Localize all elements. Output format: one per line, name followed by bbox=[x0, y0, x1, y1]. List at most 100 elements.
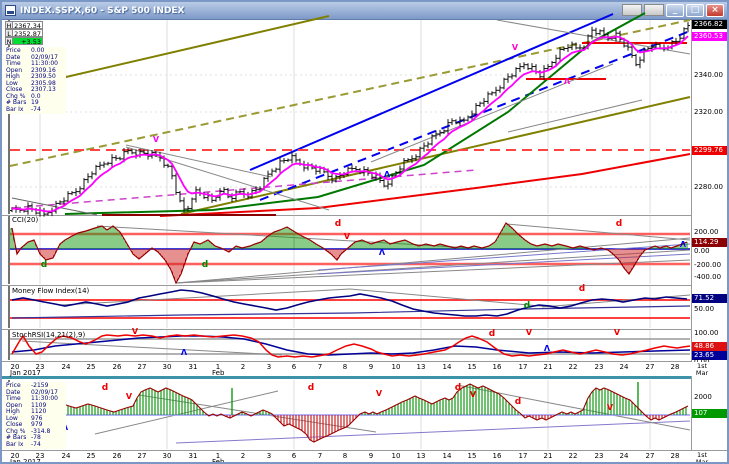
quote-row: N+3.53 bbox=[5, 37, 43, 45]
data-window-row: Bar Ix-74 bbox=[6, 107, 64, 114]
time-axis[interactable]: 2023242526273031123678910131415161721222… bbox=[2, 362, 729, 376]
signal-marker: V bbox=[607, 403, 614, 412]
signal-marker: V bbox=[470, 390, 477, 399]
signal-marker: Λ bbox=[680, 240, 687, 249]
time-tick: 7 bbox=[309, 452, 331, 460]
axis-label: -400.00 bbox=[692, 273, 729, 282]
time-sublabel: Feb bbox=[212, 369, 224, 377]
time-tick: 3 bbox=[258, 452, 280, 460]
time-tick: 16 bbox=[486, 452, 508, 460]
axis-label: 2280.00 bbox=[692, 183, 729, 192]
chart-window: VΛVΛdddVΛdΛddVdVVΛΛdΛdVdVdVdV INDEX.$SPX… bbox=[0, 0, 729, 464]
data-window-row: Bar Ix-74 bbox=[6, 442, 64, 449]
chart-canvas[interactable]: VΛVΛdddVΛdΛddVdVVΛΛdΛdVdVdVdV bbox=[2, 2, 729, 464]
time-tick: 10 bbox=[385, 452, 407, 460]
time-tick: 24 bbox=[55, 452, 77, 460]
time-tick: 30 bbox=[156, 363, 178, 371]
time-tick: 8 bbox=[334, 363, 356, 371]
signal-marker: d bbox=[41, 260, 47, 270]
time-tick: 26 bbox=[106, 452, 128, 460]
signal-marker: d bbox=[308, 383, 314, 393]
price-badge: 48.86 bbox=[692, 342, 729, 351]
price-badge: 71.52 bbox=[692, 294, 729, 303]
time-tick: 3 bbox=[258, 363, 280, 371]
time-tick: 27 bbox=[131, 363, 153, 371]
time-tick: 17 bbox=[512, 452, 534, 460]
price-badge: 2366.82 bbox=[692, 20, 729, 29]
time-tick: 23 bbox=[588, 452, 610, 460]
axis-label: 200.00 bbox=[692, 228, 729, 237]
signal-marker: d bbox=[202, 260, 208, 270]
axis-label: 100.00 bbox=[692, 329, 729, 338]
time-tick: 21 bbox=[537, 452, 559, 460]
time-tick: 28 bbox=[664, 363, 686, 371]
signal-marker: V bbox=[376, 389, 383, 398]
time-tick: 30 bbox=[156, 452, 178, 460]
data-window-bottom: Price-2159Date02/09/17Time11:30:00Open11… bbox=[4, 382, 66, 449]
time-sublabel: Jan 2017 bbox=[10, 458, 41, 464]
signal-marker: d bbox=[524, 301, 530, 311]
time-sublabel: Feb bbox=[212, 458, 224, 464]
time-tick: 25 bbox=[80, 363, 102, 371]
time-end-label: 1stMar bbox=[692, 452, 712, 464]
time-end-label: 1stMar bbox=[692, 363, 712, 376]
time-tick: 26 bbox=[106, 363, 128, 371]
signal-marker: d bbox=[489, 329, 495, 339]
time-tick: 27 bbox=[639, 452, 661, 460]
time-tick: 16 bbox=[486, 363, 508, 371]
signal-marker: V bbox=[132, 327, 139, 336]
signal-marker: Λ bbox=[379, 248, 386, 257]
time-tick: 21 bbox=[537, 363, 559, 371]
signal-marker: d bbox=[102, 383, 108, 393]
price-badge: 107 bbox=[692, 409, 729, 418]
time-tick: 9 bbox=[360, 452, 382, 460]
time-tick: 15 bbox=[461, 452, 483, 460]
quote-row: L2352.87 bbox=[5, 29, 43, 37]
axis-label: -200.00 bbox=[692, 261, 729, 270]
mfi-panel-label: Money Flow Index(14) bbox=[12, 287, 89, 295]
time-tick: 13 bbox=[410, 452, 432, 460]
signal-marker: Λ bbox=[384, 170, 391, 179]
time-tick: 25 bbox=[80, 452, 102, 460]
signal-marker: V bbox=[512, 43, 519, 52]
time-tick: 27 bbox=[131, 452, 153, 460]
axis-label: 0.00 bbox=[692, 247, 729, 256]
signal-marker: V bbox=[344, 232, 351, 241]
time-tick: 24 bbox=[613, 363, 635, 371]
signal-marker: Λ bbox=[544, 344, 551, 353]
time-tick: 22 bbox=[562, 363, 584, 371]
signal-marker: Λ bbox=[181, 348, 188, 357]
signal-marker: Λ bbox=[564, 77, 571, 86]
time-tick: 2 bbox=[232, 452, 254, 460]
time-tick: 2 bbox=[232, 363, 254, 371]
time-tick: 17 bbox=[512, 363, 534, 371]
axis-label: 2320.00 bbox=[692, 108, 729, 117]
time-tick: 31 bbox=[182, 452, 204, 460]
time-tick: 24 bbox=[613, 452, 635, 460]
price-badge: 2360.53 bbox=[692, 32, 729, 41]
quote-row: H2367.34 bbox=[5, 21, 43, 29]
cci-panel-label: CCI(20) bbox=[12, 216, 38, 224]
time-tick: 14 bbox=[436, 452, 458, 460]
time-tick: 31 bbox=[182, 363, 204, 371]
time-tick: 22 bbox=[562, 452, 584, 460]
time-tick: 14 bbox=[436, 363, 458, 371]
time-tick: 10 bbox=[385, 363, 407, 371]
time-tick: 8 bbox=[334, 452, 356, 460]
axis-label: 2000 bbox=[692, 393, 729, 402]
time-axis-bottom[interactable]: 2023242526273031123678910131415161721222… bbox=[2, 451, 729, 464]
time-tick: 6 bbox=[283, 452, 305, 460]
time-tick: 23 bbox=[588, 363, 610, 371]
time-tick: 27 bbox=[639, 363, 661, 371]
time-sublabel: Jan 2017 bbox=[10, 369, 41, 377]
signal-marker: d bbox=[579, 284, 585, 294]
data-window-main: Price0.00Date02/09/17Time11:30:00Open230… bbox=[4, 47, 66, 114]
axis-label: 2340.00 bbox=[692, 71, 729, 80]
stoch-panel-label: StochRSI(14,21(2),9) bbox=[12, 331, 85, 339]
axis-label: 50.00 bbox=[692, 305, 729, 314]
signal-marker: d bbox=[616, 219, 622, 229]
time-tick: 6 bbox=[283, 363, 305, 371]
signal-marker: d bbox=[515, 397, 521, 407]
signal-marker: d bbox=[335, 219, 341, 229]
signal-marker: V bbox=[153, 135, 160, 144]
